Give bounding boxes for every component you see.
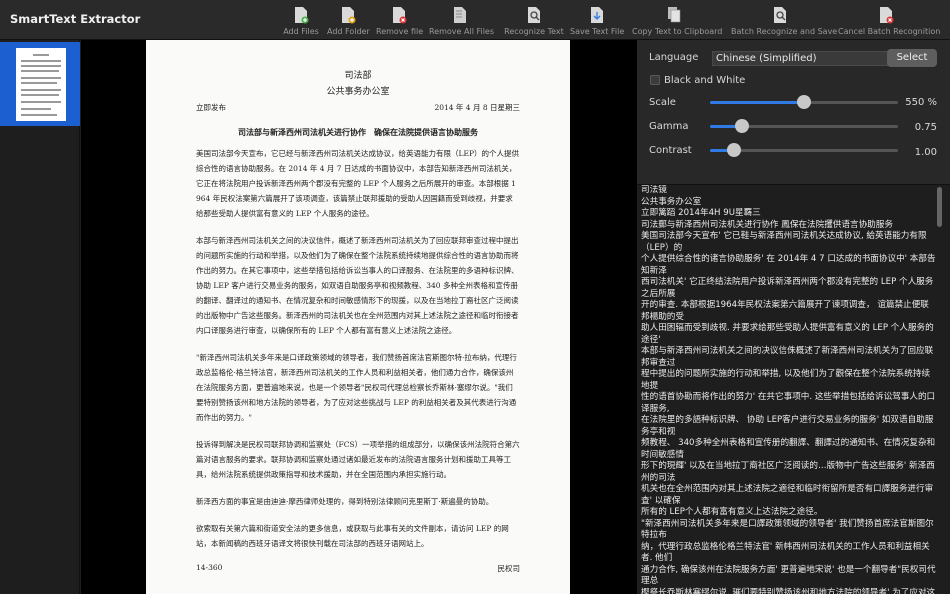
cancel-batch-label: Cancel Batch Recognition [838, 27, 941, 36]
black-and-white-checkbox[interactable] [650, 75, 660, 85]
remove-all-icon [454, 7, 466, 23]
gamma-value: 0.75 [914, 122, 937, 133]
thumbnail-sidebar [0, 40, 80, 594]
settings-panel: Language Chinese (Simplified) Select Bla… [637, 40, 950, 594]
doc-paragraph: 欲索取有关第六篇和街道安全法的更多信息，或获取与此事有关的文件副本，请访问 LE… [196, 524, 509, 548]
doc-date: 2014 年 4 月 8 日星期三 [434, 103, 520, 112]
cancel-batch-button[interactable]: Cancel Batch Recognition [838, 6, 941, 38]
batch-recognize-icon [774, 7, 786, 23]
toolbar: SmartText Extractor Add Files Add Folder… [0, 0, 950, 40]
doc-release: 立即发布 [196, 103, 226, 112]
cancel-batch-icon [880, 7, 894, 24]
doc-paragraph: 新泽西方面的事宜是由迪迪·摩西律师处理的，得到特别法律顾问克里斯丁·斯遍曼的协助… [196, 497, 494, 506]
recognized-text-line: 性的语首协勘而将作出的努力' 在共它事项中. 这些举措包括给诉讼驾事人的口译服务… [641, 392, 936, 414]
gamma-slider-knob[interactable] [734, 119, 749, 133]
recognized-text-line: 形下的現輝' 以及在当地拉丁裔社区广泛阅读的…版物中广告这些服务' 新泽西州的司… [641, 461, 935, 483]
remove-all-files-button[interactable]: Remove All Files [429, 6, 495, 38]
recognize-text-label: Recognize Text [504, 27, 564, 36]
page-thumbnail-selected[interactable] [0, 42, 80, 126]
recognized-text-line: 本部与新泽西州司法机关之间的决议信侏概述了新泽西州司法机关为了回应联邦审查过 [641, 346, 934, 368]
copy-to-clipboard-button[interactable]: Copy Text to Clipboard [632, 6, 723, 38]
recognized-text-line: 西司法机关' 它正终结法院用户投诉新泽西州两个郡没有完整的 LEP 个人服务之后… [641, 277, 934, 299]
add-folder-label: Add Folder [327, 27, 370, 36]
doc-title: 司法部与新泽西州司法机关进行协作 确保在法院提供语言协助服务 [238, 127, 478, 137]
contrast-value: 1.00 [914, 147, 937, 158]
doc-footer-dept: 民权司 [497, 564, 521, 573]
recognized-text-line: 所有的 LEP个人都有富有意义上达法院之途径。 [641, 507, 823, 517]
recognized-text-line: 频教程、 340多种全州表格和宣传册的翻譯、翻譯过的通知书、在情况复杂和时间敏感… [641, 438, 936, 460]
remove-all-files-label: Remove All Files [429, 27, 495, 36]
recognized-text-line: 立即篱蹈 2014年4H 9U星覉三 [641, 208, 761, 218]
recognized-text-line: "新泽西州司法机关多年来是口譯政策领域的领导者' 我们赞扬首席法官斯图尔特拉布 [641, 518, 934, 541]
black-and-white-label: Black and White [664, 75, 746, 86]
select-language-button[interactable]: Select [887, 49, 937, 67]
add-files-button[interactable]: Add Files [283, 6, 319, 38]
recognized-text-line: 樫祭长乔斯林塞缪尔说. 璀们要特别赞扬该州和地方法院的领导者' 为了应对这些挑 [641, 587, 936, 594]
magnifier-icon [528, 7, 540, 23]
copy-icon [668, 7, 681, 23]
document-page: 司法部 公共事务办公室 立即发布 2014 年 4 月 8 日星期三 司法部与新… [146, 40, 570, 594]
text-scrollbar[interactable] [936, 187, 943, 591]
doc-paragraph: "新泽西州司法机关多年来是口译政策领域的领导者，我们赞扬首席法官斯图尔特·拉布纳… [196, 353, 517, 422]
recognized-text-line: 通力合作, 确保该州在法院服务方面' 更普遍地宋说' 也是一个翻导者"民权司代理… [641, 564, 936, 587]
language-field[interactable]: Chinese (Simplified) [712, 51, 891, 66]
recognized-text-line: 司法郵与新泽西州司法机关进行协作 鳳保在法院攫供语言协助服务 [641, 219, 893, 230]
recognized-text-line: 在法院里的多語种标识牌、 协助 LEP客户进行交易业务的服务' 如双语自助服务亭… [641, 415, 934, 437]
text-scrollbar-thumb[interactable] [937, 187, 942, 227]
app-title: SmartText Extractor [10, 12, 141, 26]
recognized-text-line: 公共事务办公室 [641, 196, 702, 207]
copy-to-clipboard-label: Copy Text to Clipboard [632, 27, 723, 36]
doc-paragraph: 美国司法部今天宣布，它已经与新泽西州司法机关达成协议，给英语能力有限（LEP）的… [196, 149, 519, 218]
batch-recognize-save-label: Batch Recognize and Save [731, 27, 838, 36]
recognized-text-content: 司法镜 公共事务办公室 立即篱蹈 2014年4H 9U星覉三 司法郵与新泽西州司法机关… [641, 185, 936, 594]
batch-recognize-save-button[interactable]: Batch Recognize and Save [731, 6, 838, 38]
app-window: SmartText Extractor Add Files Add Folder… [0, 0, 950, 594]
recognized-text-line: 个人提供综合性的诸言协助服务' 在 2014年 4 7 口达成的书面协议中' 本… [641, 254, 936, 276]
recognized-text-line: 司法镜 [641, 185, 667, 195]
recognized-text-line: 机关也在全州范围内对其上述法院之適径和临时衔留所是否有口譯服务进行审査' 以確保 [641, 484, 934, 506]
scale-label: Scale [649, 97, 676, 108]
doc-office: 公共事务办公室 [326, 87, 390, 97]
save-text-file-button[interactable]: Save Text File [570, 6, 624, 38]
scale-slider-fill [710, 101, 804, 104]
document-preview[interactable]: 司法部 公共事务办公室 立即发布 2014 年 4 月 8 日星期三 司法部与新… [81, 40, 637, 594]
gamma-label: Gamma [649, 121, 689, 132]
contrast-label: Contrast [649, 145, 692, 156]
add-folder-button[interactable]: Add Folder [327, 6, 370, 38]
doc-footer: 14-360 民权司 [196, 563, 520, 574]
doc-paragraph: 投诉得到解决是民权司联邦协调和监察处（FCS）一项举措的组成部分，以确保该州法院… [196, 440, 520, 479]
add-file-icon [295, 7, 309, 24]
add-files-label: Add Files [283, 27, 319, 36]
recognized-text-line: 美国司法部今天宣布' 它已鞋与新泽西州司法机关达成协议, 給英语能力有限（LEP… [641, 231, 927, 253]
save-text-file-label: Save Text File [570, 27, 625, 36]
add-folder-icon [342, 7, 356, 24]
scale-slider-knob[interactable] [797, 95, 811, 109]
recognized-text-line: 纳，代理行政总监格伦格兰特法官' 新帏西州司法机关的工作人员和利益相关者. 他们 [641, 541, 930, 564]
doc-org: 司法部 [344, 71, 372, 81]
recognized-text-line: 程中提出的问题所实施的行动和举措, 以及他们为了觀保在整个法院系统持续地提 [641, 369, 931, 391]
recognized-text-line: 助人田困辐而受到歧视. 并要求给那些受助人提供富有意义的 LEP 个人服务的途径… [641, 323, 934, 345]
doc-date-row: 立即发布 2014 年 4 月 8 日星期三 [196, 102, 520, 113]
doc-paragraph: 本部与新泽西州司法机关之间的决议信件，概述了新泽西州司法机关为了回应联邦审查过程… [196, 236, 519, 335]
recognize-text-button[interactable]: Recognize Text [504, 6, 564, 38]
language-label: Language [649, 52, 699, 63]
remove-file-label: Remove file [376, 27, 424, 36]
remove-file-icon [393, 7, 407, 24]
recognized-text-line: 开的审查. 本部根据1964年民权法案第六篇展开了谏项调查， 谊篇禁止便联邦楊助… [641, 300, 929, 322]
scale-value: 550 % [905, 97, 937, 108]
remove-file-button[interactable]: Remove file [376, 6, 424, 38]
gamma-slider[interactable] [710, 119, 898, 133]
scale-slider[interactable] [710, 95, 898, 109]
contrast-slider[interactable] [710, 143, 898, 157]
save-icon [591, 7, 603, 23]
contrast-slider-knob[interactable] [727, 143, 742, 157]
doc-footer-number: 14-360 [196, 563, 223, 572]
page-thumbnail-image [16, 48, 66, 121]
recognized-text-area[interactable]: 司法镜 公共事务办公室 立即篱蹈 2014年4H 9U星覉三 司法郵与新泽西州司法机关… [637, 184, 950, 594]
